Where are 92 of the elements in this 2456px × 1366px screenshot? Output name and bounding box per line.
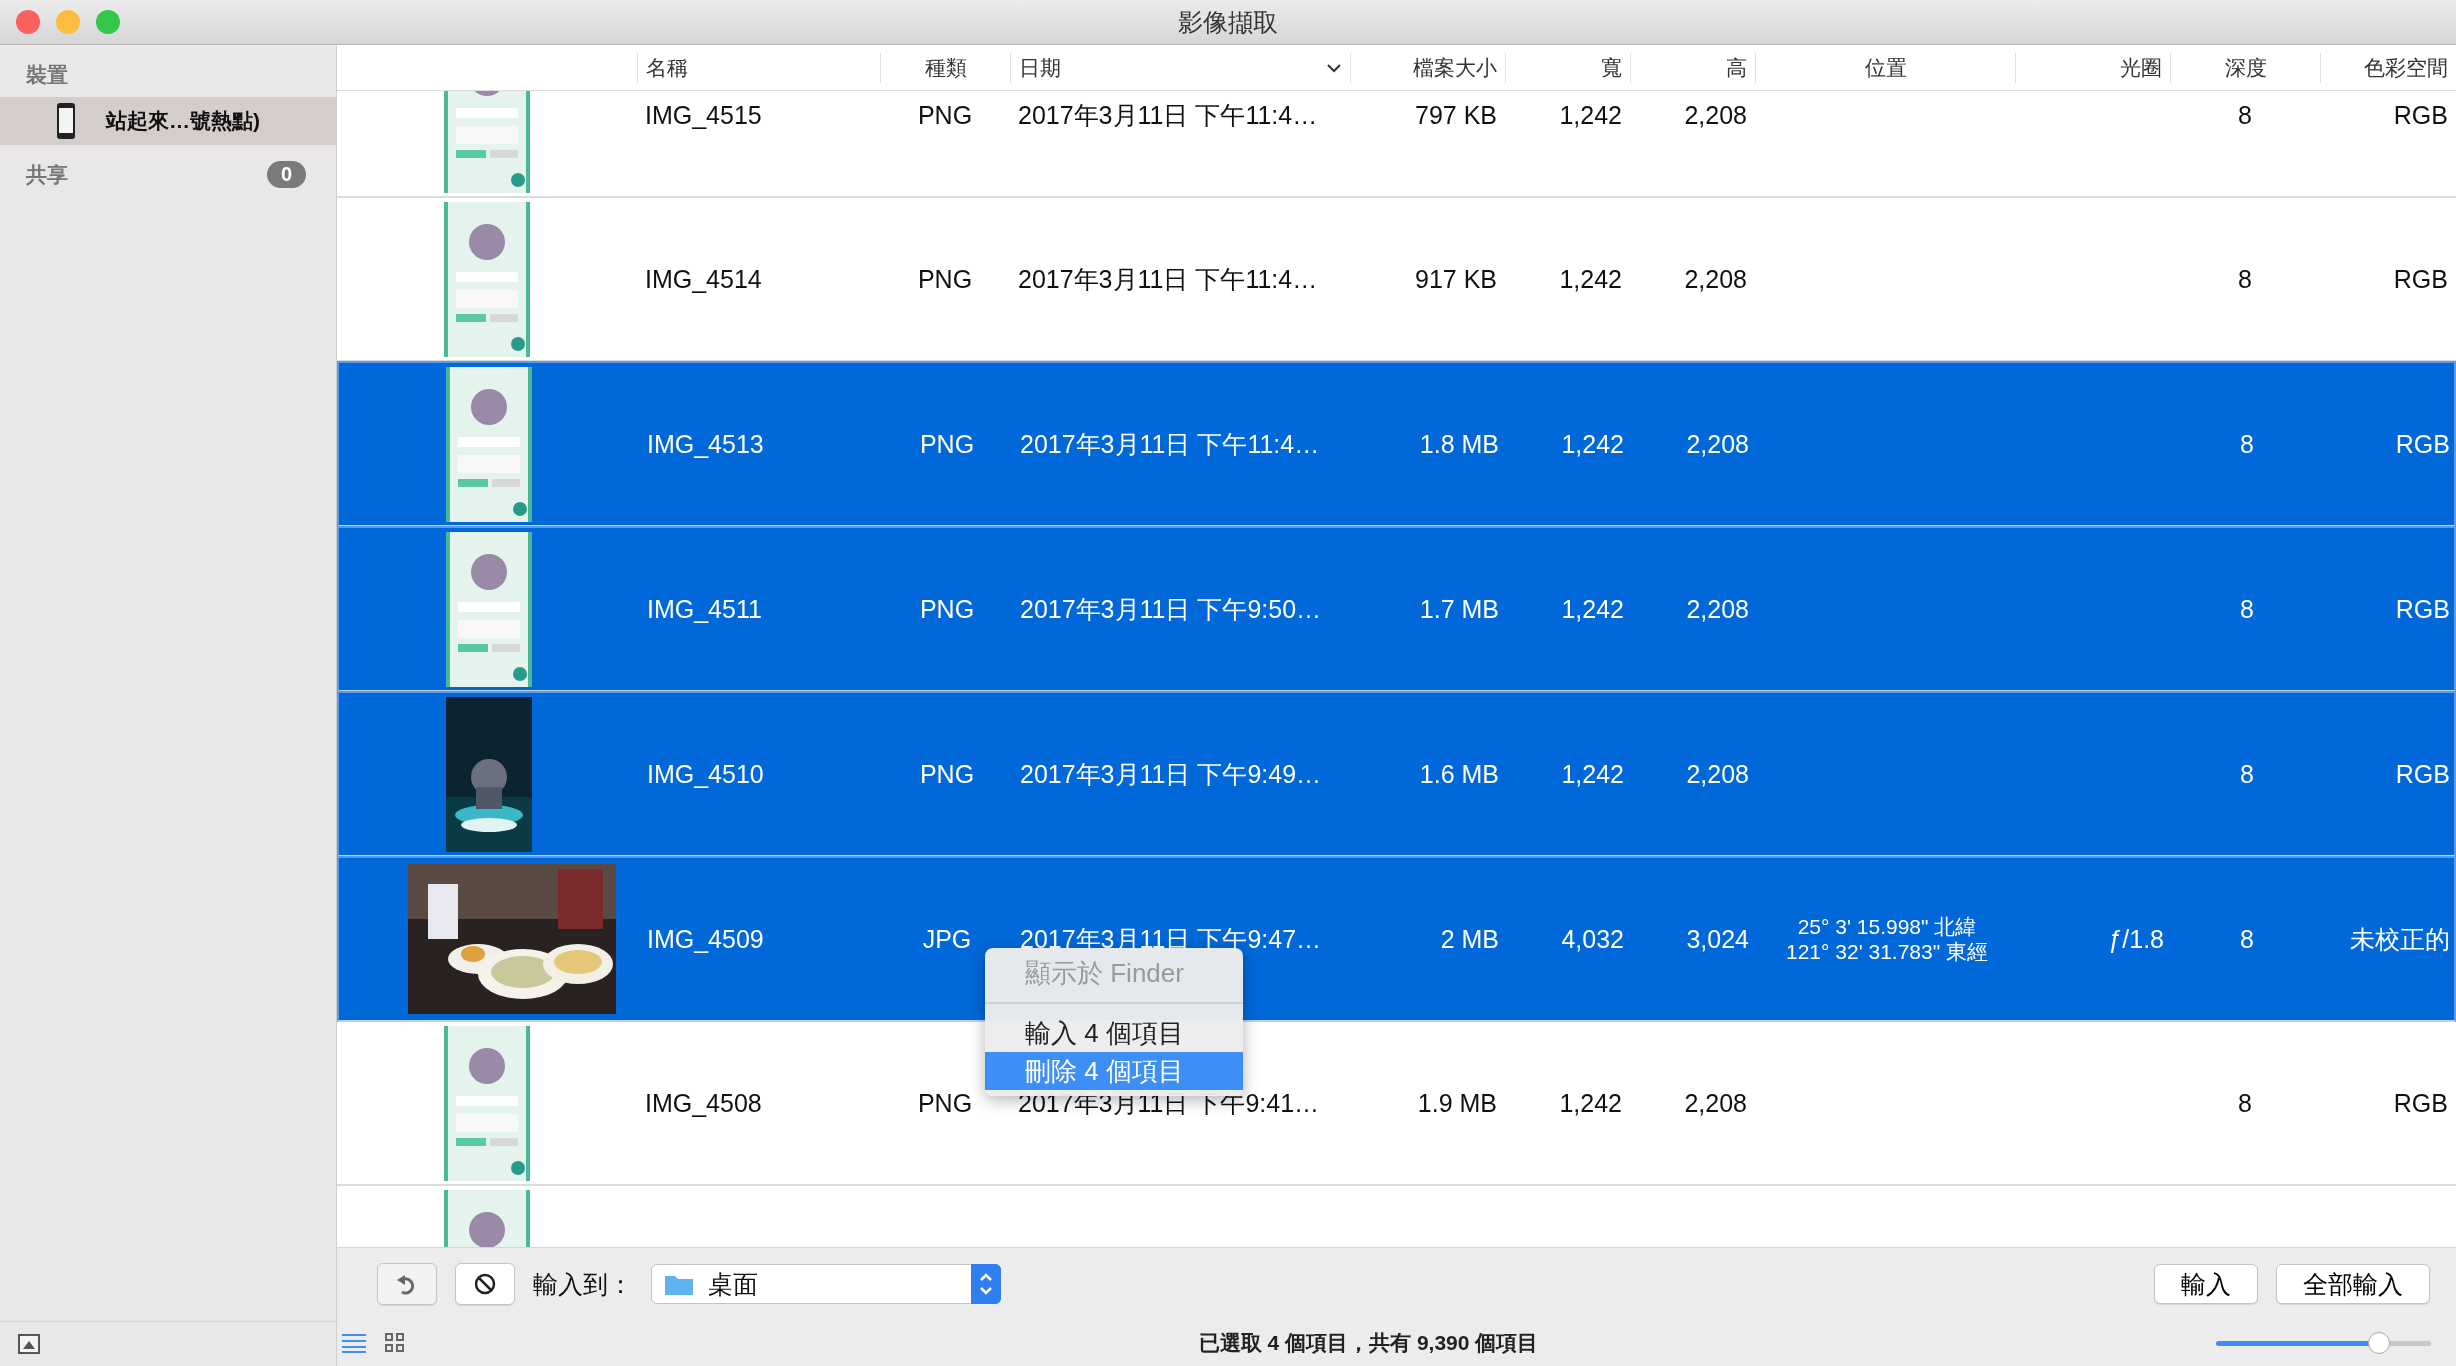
table-cell-text: 1.8 MB bbox=[1418, 429, 1500, 459]
table-cell-text: 2 MB bbox=[1439, 924, 1500, 954]
table-cell-text: 2,208 bbox=[1683, 1088, 1748, 1118]
table-cell-text: IMG_4513 bbox=[646, 429, 765, 459]
table-cell-text: ƒ/1.8 bbox=[2107, 924, 2165, 954]
zoom-button[interactable] bbox=[96, 10, 120, 34]
table-row[interactable]: IMG_4515 PNG 2017年3月11日 下午11:4… 797 KB 1,242 2,208 8 RGB bbox=[337, 91, 2456, 198]
table-cell-text: IMG_4508 bbox=[644, 1088, 763, 1118]
close-button[interactable] bbox=[16, 10, 40, 34]
table-cell-text: 797 KB bbox=[1414, 100, 1498, 130]
image-icon[interactable] bbox=[18, 1334, 40, 1354]
table-cell-text: 8 bbox=[2239, 594, 2255, 624]
destination-popup[interactable]: 桌面 bbox=[651, 1264, 1001, 1304]
table-cell-text: RGB bbox=[2392, 1088, 2449, 1118]
table-cell-text: 25° 3' 15.998" 北緯 121° 32' 31.783" 東經 bbox=[1785, 913, 1989, 965]
table-cell-text: JPG bbox=[921, 924, 973, 954]
table-cell-text: 2,208 bbox=[1685, 594, 1750, 624]
prohibited-icon bbox=[474, 1273, 496, 1295]
table-cell-text: 8 bbox=[2237, 1088, 2253, 1118]
table-cell-text: 1.9 MB bbox=[1416, 1088, 1498, 1118]
table-cell-text: IMG_4510 bbox=[646, 759, 765, 789]
column-header[interactable]: 檔案大小 bbox=[1350, 52, 1505, 83]
table-cell-text: 2017年3月11日 下午11:4… bbox=[1017, 99, 1319, 131]
table-cell-text: 2,208 bbox=[1685, 429, 1750, 459]
section-title: 裝置 bbox=[25, 62, 69, 88]
sidebar-item[interactable]: 站起來…號熱點) bbox=[0, 97, 336, 145]
column-header[interactable]: 種類 bbox=[880, 52, 1010, 83]
column-header[interactable]: 位置 bbox=[1755, 52, 2015, 83]
column-header[interactable]: 高 bbox=[1630, 52, 1755, 83]
table-cell-text: 1,242 bbox=[1558, 100, 1623, 130]
table-cell-text: 2017年3月11日 下午9:41… bbox=[1017, 1087, 1321, 1119]
table-cell-text: 1.6 MB bbox=[1418, 759, 1500, 789]
table-cell-text: IMG_4509 bbox=[646, 924, 765, 954]
table-cell-text: 2017年3月11日 下午9:50… bbox=[1019, 593, 1323, 625]
column-header[interactable]: 深度 bbox=[2170, 52, 2320, 83]
table-cell-text: PNG bbox=[916, 100, 974, 130]
column-header[interactable]: 寬 bbox=[1505, 52, 1630, 83]
status-text: 已選取 4 個項目，共有 9,390 個項目 bbox=[1197, 1330, 1540, 1356]
table-cell-text: 1,242 bbox=[1560, 759, 1625, 789]
table-cell-text: 8 bbox=[2239, 429, 2255, 459]
column-header[interactable]: 日期 bbox=[1010, 52, 1350, 83]
section-title: 共享 bbox=[25, 162, 69, 188]
window-title: 影像擷取 bbox=[1177, 6, 1279, 38]
table-row[interactable]: IMG_4510 PNG 2017年3月11日 下午9:49… 1.6 MB 1,242 2,208 8 RGB bbox=[337, 691, 2456, 857]
table-cell-text: 2017年3月11日 下午9:49… bbox=[1019, 758, 1323, 790]
import-to-label: 輸入到： bbox=[533, 1268, 633, 1300]
table-cell-text: 未校正的 bbox=[2349, 923, 2451, 955]
table-cell-text: 8 bbox=[2239, 759, 2255, 789]
import-all-button[interactable]: 全部輸入 bbox=[2276, 1264, 2430, 1304]
table-cell-text: PNG bbox=[918, 594, 976, 624]
table-cell-text: 2017年3月11日 下午11:4… bbox=[1017, 263, 1319, 295]
table-cell-text: RGB bbox=[2394, 759, 2451, 789]
table-cell-text: 8 bbox=[2237, 264, 2253, 294]
table-row[interactable]: IMG_4513 PNG 2017年3月11日 下午11:4… 1.8 MB 1,242 2,208 8 RGB bbox=[337, 361, 2456, 527]
table-cell-text: RGB bbox=[2392, 100, 2449, 130]
table-row[interactable]: IMG_4511 PNG 2017年3月11日 下午9:50… 1.7 MB 1,242 2,208 8 RGB bbox=[337, 526, 2456, 692]
table-cell-text: RGB bbox=[2394, 429, 2451, 459]
table-cell-text: RGB bbox=[2392, 264, 2449, 294]
table-cell-text: 8 bbox=[2237, 100, 2253, 130]
table-cell-text: 3,024 bbox=[1685, 924, 1750, 954]
table-cell-text: 8 bbox=[2239, 924, 2255, 954]
column-header[interactable]: 色彩空間 bbox=[2320, 52, 2456, 83]
list-view-icon[interactable] bbox=[341, 1333, 367, 1353]
phone-icon bbox=[56, 102, 76, 140]
table-cell-text: 2,208 bbox=[1683, 264, 1748, 294]
table-cell-text: PNG bbox=[916, 1088, 974, 1118]
table-cell-text: 1.7 MB bbox=[1418, 594, 1500, 624]
grid-view-icon[interactable] bbox=[385, 1333, 405, 1353]
table-cell-text: 2,208 bbox=[1685, 759, 1750, 789]
table-cell-text: 1,242 bbox=[1560, 429, 1625, 459]
table-cell-text: 2,208 bbox=[1683, 100, 1748, 130]
table-cell-text: IMG_4511 bbox=[646, 594, 763, 624]
table-cell-text: 917 KB bbox=[1414, 264, 1498, 294]
column-header[interactable]: 光圈 bbox=[2015, 52, 2170, 83]
table-cell-text: PNG bbox=[918, 429, 976, 459]
table-cell-text: 2017年3月11日 下午11:4… bbox=[1019, 428, 1321, 460]
delete-button[interactable] bbox=[455, 1263, 515, 1305]
rotate-button[interactable] bbox=[377, 1263, 437, 1305]
table-cell-text: 1,242 bbox=[1558, 264, 1623, 294]
table-cell-text: IMG_4514 bbox=[644, 264, 763, 294]
table-cell-text: PNG bbox=[916, 264, 974, 294]
table-cell-text: PNG bbox=[918, 759, 976, 789]
import-button[interactable]: 輸入 bbox=[2154, 1264, 2258, 1304]
table-cell-text: IMG_4515 bbox=[644, 100, 763, 130]
table-cell-text: 4,032 bbox=[1560, 924, 1625, 954]
table-cell-text: 2017年3月11日 下午9:47… bbox=[1019, 923, 1323, 955]
stepper-icon bbox=[971, 1264, 1001, 1304]
count-badge: 0 bbox=[266, 160, 306, 188]
column-header[interactable]: 名稱 bbox=[637, 52, 880, 83]
table-cell-text: 1,242 bbox=[1560, 594, 1625, 624]
table-cell-text: RGB bbox=[2394, 594, 2451, 624]
table-cell-text: 1,242 bbox=[1558, 1088, 1623, 1118]
